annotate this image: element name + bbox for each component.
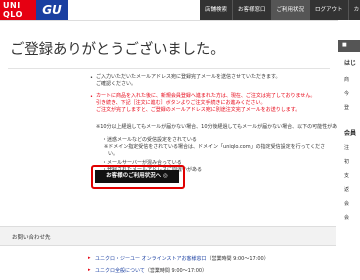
nav-customer-service[interactable]: お客様窓口 [233,0,272,20]
inquiry-link-uniqlo-general[interactable]: ユニクロ全般について（営業時間 9:00～17:00） [95,267,207,274]
sidebar: ■ はじ 商 今 登 会員 注 初 支 返 会 会 [338,20,360,280]
sidebar-item[interactable]: 商 [344,76,349,83]
uniqlo-logo[interactable]: UNI QLO [0,0,36,20]
usage-status-button[interactable]: お客様のご利用状況へ ◎ [95,170,179,183]
sidebar-item[interactable]: 会 [344,200,349,207]
notice-red-line2: 引き続き、下記［注文に進む］ボタンよりご注文手続きにお進みください。 [96,100,266,106]
nav-cart[interactable]: カ [349,0,360,20]
sidebar-heading-member: 会員 [344,130,357,137]
inquiry-title: お問い合わせ先 [12,235,51,241]
page-title: ご登録ありがとうございました。 [10,42,225,58]
sidebar-header-icon: ■ [342,42,347,48]
sidebar-item[interactable]: 今 [344,90,349,97]
header-divider [0,20,360,21]
inquiry-link-online-store[interactable]: ユニクロ・ジーユー オンラインストアお客様窓口（営業時間 9:00～17:00） [95,255,269,262]
note-no-mail: ※10分以上経過してもメールが届かない場合、10分後経過してもメールが届かない場… [96,124,357,130]
site-header: UNI QLO GU 店舗検索 お客様窓口 ご利用状況 ログアウト カ [0,0,360,20]
nav-store-search[interactable]: 店舗検索 [200,0,234,20]
sidebar-item[interactable]: 注 [344,144,349,151]
inquiry-link1-time: （営業時間 9:00～17:00） [206,256,269,262]
inquiry-link2-time: （営業時間 9:00～17:00） [144,268,208,274]
notice-red-line1: カートに商品を入れた後に、新規会員登録へ進まれた方は、現在、ご注文は完了しており… [96,93,316,99]
cause-domain-note: ※ドメイン指定受信をされている場合は、ドメイン「uniqlo.com」の指定受信… [104,144,326,150]
gu-logo[interactable]: GU [36,0,68,20]
cause-domain-note-cont: い。 [108,151,119,157]
notice-red-line3: ご注文が完了しますと、ご登録のメールアドレス宛に別途注文完了メールをお送りします… [96,107,301,113]
nav-usage-status[interactable]: ご利用状況 [271,0,311,20]
bullet-icon: • [90,94,93,100]
sidebar-item[interactable]: 返 [344,186,349,193]
registration-notice: • ご入力いただいたメールアドレス宛に登録完了メールを送信させていただきます。 … [8,68,357,220]
inquiry-link2-label[interactable]: ユニクロ全般について [95,268,145,274]
notice-line2: ご確認ください。 [96,81,137,87]
link-arrow-icon: ▸ [88,267,91,273]
link-arrow-icon: ▸ [88,255,91,261]
button-highlight-frame: お客様のご利用状況へ ◎ [91,165,185,189]
sidebar-item[interactable]: 会 [344,214,349,221]
sidebar-item[interactable]: 支 [344,172,349,179]
inquiry-link1-label[interactable]: ユニクロ・ジーユー オンラインストアお客様窓口 [95,256,207,262]
uniqlo-logo-line2: QLO [3,10,23,19]
sidebar-header: ■ [338,40,360,52]
notice-line1: ご入力いただいたメールアドレス宛に登録完了メールを送信させていただきます。 [96,74,281,80]
uniqlo-logo-line1: UNI [3,1,21,10]
inquiry-header: お問い合わせ先 [0,226,336,246]
bullet-icon: • [90,75,93,81]
sidebar-item[interactable]: 初 [344,158,349,165]
nav-logout[interactable]: ログアウト [310,0,349,20]
cause-spam-setting: ・迷惑メールなどの受信設定をされている [102,137,197,143]
sidebar-heading-guide: はじ [344,60,357,67]
sidebar-item[interactable]: 登 [344,104,349,111]
top-nav: 店舗検索 お客様窓口 ご利用状況 ログアウト カ [200,0,360,20]
